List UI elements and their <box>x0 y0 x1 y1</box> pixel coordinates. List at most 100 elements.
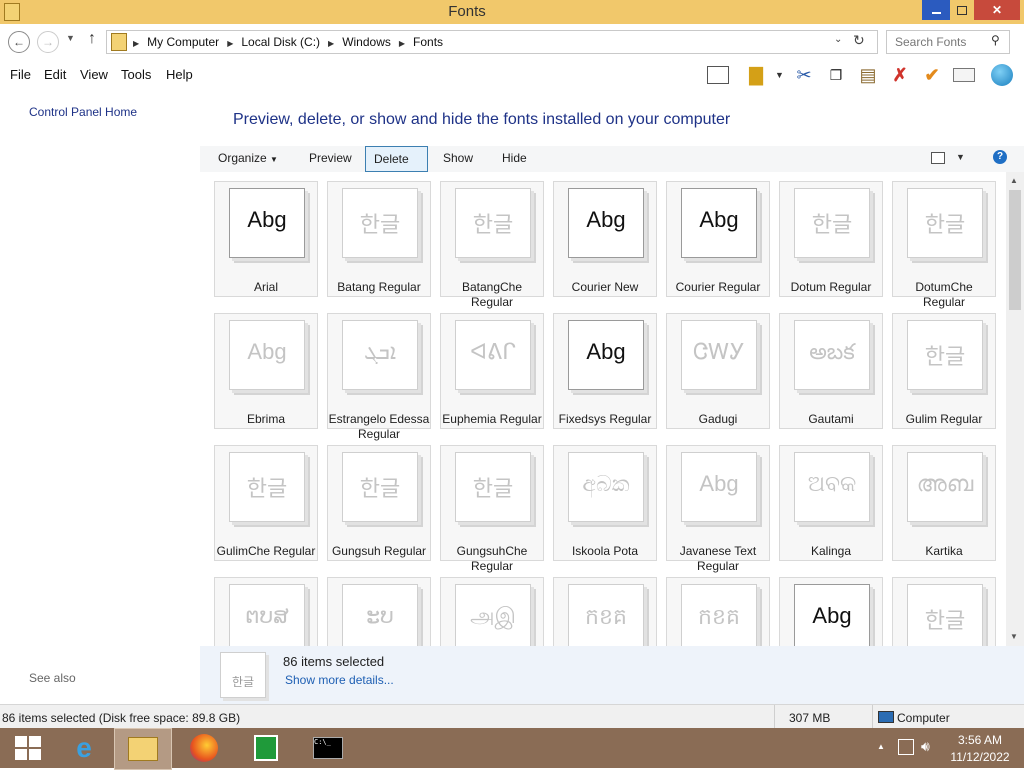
command-prompt-button[interactable]: C:\_ <box>300 728 356 768</box>
properties-button[interactable]: ▇ <box>744 64 768 86</box>
font-tile[interactable]: 한글 <box>892 577 996 646</box>
scroll-down-icon[interactable]: ▼ <box>1010 632 1018 641</box>
close-button[interactable]: ✕ <box>974 0 1020 20</box>
recent-locations-button[interactable]: ▼ <box>66 33 75 43</box>
font-tile[interactable]: ະບ <box>327 577 431 646</box>
internet-explorer-button[interactable]: e <box>56 728 112 768</box>
breadcrumb-my-computer[interactable]: My Computer <box>147 35 219 49</box>
font-tile[interactable]: 한글 Dotum Regular <box>779 181 883 297</box>
menu-help[interactable]: Help <box>166 67 193 82</box>
search-input[interactable]: Search Fonts <box>895 35 966 49</box>
address-bar[interactable]: ▶ My Computer ▶ Local Disk (C:) ▶ Windows ▶ Fon… <box>106 30 878 54</box>
scroll-up-icon[interactable]: ▲ <box>1010 176 1018 185</box>
view-dropdown-icon[interactable]: ▼ <box>956 152 965 162</box>
clock-time[interactable]: 3:56 AM <box>950 733 1010 747</box>
font-sample: 한글 <box>924 212 966 237</box>
font-sample: അബ <box>916 471 974 496</box>
font-tile[interactable]: అబక Gautami <box>779 313 883 429</box>
firefox-button[interactable] <box>176 728 232 768</box>
arrow-up-icon: ↑ <box>88 30 96 47</box>
breadcrumb-windows[interactable]: Windows <box>342 35 391 49</box>
font-sample: កខគ <box>585 604 627 629</box>
view-options-icon[interactable] <box>931 152 945 164</box>
globe-button[interactable] <box>990 64 1014 86</box>
hide-button[interactable]: Hide <box>494 146 535 170</box>
font-tile[interactable]: 한글 BatangChe Regular <box>440 181 544 309</box>
console-icon: C:\_ <box>313 737 343 759</box>
properties-dropdown-icon[interactable]: ▼ <box>775 70 784 80</box>
delete-toolbar-button[interactable]: ✗ <box>888 64 912 86</box>
font-tile[interactable]: ᏣᎳᎩ Gadugi <box>666 313 770 429</box>
font-tile[interactable]: Abg Fixedsys Regular <box>553 313 657 429</box>
rename-button[interactable] <box>952 64 976 86</box>
show-more-details-link[interactable]: Show more details... <box>285 673 394 687</box>
font-tile[interactable]: 한글 DotumChe Regular <box>892 181 996 309</box>
font-tile[interactable]: ᐊᕕᒋ Euphemia Regular <box>440 313 544 429</box>
network-icon[interactable] <box>898 739 914 755</box>
font-tile[interactable]: അബ Kartika <box>892 445 996 561</box>
folder-check-icon: ▇ <box>749 64 763 85</box>
layout-button[interactable] <box>706 64 730 86</box>
font-tile[interactable]: កខគ <box>666 577 770 646</box>
font-tile[interactable]: Abg Courier New <box>553 181 657 297</box>
organize-button[interactable]: Organize ▼ <box>210 146 286 170</box>
show-hidden-icons-button[interactable]: ▲ <box>877 742 885 751</box>
font-sample: ᏣᎳᎩ <box>693 339 745 364</box>
font-tile[interactable]: 한글 GulimChe Regular <box>214 445 318 561</box>
computer-icon <box>878 711 894 723</box>
control-panel-home-link[interactable]: Control Panel Home <box>29 105 137 119</box>
cut-button[interactable]: ✂ <box>792 64 816 86</box>
preview-button[interactable]: Preview <box>301 146 360 170</box>
font-tile[interactable]: அஇ <box>440 577 544 646</box>
breadcrumb-fonts[interactable]: Fonts <box>413 35 443 49</box>
font-sample: அஇ <box>470 603 516 628</box>
select-all-button[interactable]: ✔ <box>920 64 944 86</box>
font-page-icon: 한글 <box>455 452 531 522</box>
font-tile[interactable]: 한글 Gulim Regular <box>892 313 996 429</box>
font-tile[interactable]: 한글 Gungsuh Regular <box>327 445 431 561</box>
address-dropdown-icon[interactable]: ⌄ <box>834 34 842 45</box>
search-icon[interactable]: ⚲ <box>991 33 1000 47</box>
clock-date[interactable]: 11/12/2022 <box>950 750 1010 764</box>
paste-button[interactable]: ▤ <box>856 64 880 86</box>
font-name: Javanese Text Regular <box>679 544 757 573</box>
forward-button[interactable]: → <box>37 31 59 53</box>
font-page-icon: ະບ <box>342 584 418 646</box>
font-tile[interactable]: Abg Javanese Text Regular <box>666 445 770 573</box>
start-button[interactable] <box>0 728 56 768</box>
font-tile[interactable]: Abg Arial <box>214 181 318 297</box>
back-button[interactable]: ← <box>8 31 30 53</box>
menu-edit[interactable]: Edit <box>44 67 66 82</box>
restore-button[interactable] <box>950 0 974 20</box>
font-tile[interactable]: កខគ <box>553 577 657 646</box>
search-box[interactable]: Search Fonts ⚲ <box>886 30 1010 54</box>
store-button[interactable] <box>238 728 294 768</box>
font-tile[interactable]: ܐܒܓ Estrangelo Edessa Regular <box>327 313 431 441</box>
file-explorer-button[interactable] <box>114 728 172 770</box>
minimize-button[interactable] <box>922 0 950 20</box>
breadcrumb-local-disk[interactable]: Local Disk (C:) <box>241 35 320 49</box>
show-button[interactable]: Show <box>435 146 481 170</box>
font-tile[interactable]: Abg Courier Regular <box>666 181 770 297</box>
font-tile[interactable]: 한글 Batang Regular <box>327 181 431 297</box>
font-tile[interactable]: ຕບສ <box>214 577 318 646</box>
delete-button[interactable]: Delete <box>365 146 428 172</box>
menu-file[interactable]: File <box>10 67 31 82</box>
chevron-right-icon: ▶ <box>133 39 140 48</box>
ie-icon: e <box>76 732 92 763</box>
font-tile[interactable]: අබක Iskoola Pota <box>553 445 657 561</box>
font-name: Kalinga <box>810 544 852 558</box>
refresh-icon[interactable]: ↻ <box>853 32 865 49</box>
font-tile[interactable]: 한글 GungsuhChe Regular <box>440 445 544 573</box>
scrollbar-thumb[interactable] <box>1009 190 1021 310</box>
font-tile[interactable]: Abg <box>779 577 883 646</box>
volume-icon[interactable]: 🔊︎ <box>921 738 930 755</box>
copy-button[interactable]: ❐ <box>824 64 848 86</box>
menu-view[interactable]: View <box>80 67 108 82</box>
help-icon[interactable]: ? <box>993 150 1007 164</box>
menu-tools[interactable]: Tools <box>121 67 151 82</box>
up-button[interactable]: ↑ <box>88 30 96 48</box>
font-tile[interactable]: Abg Ebrima <box>214 313 318 429</box>
font-sample: Abg <box>586 207 626 232</box>
font-tile[interactable]: ଅବକ Kalinga <box>779 445 883 561</box>
